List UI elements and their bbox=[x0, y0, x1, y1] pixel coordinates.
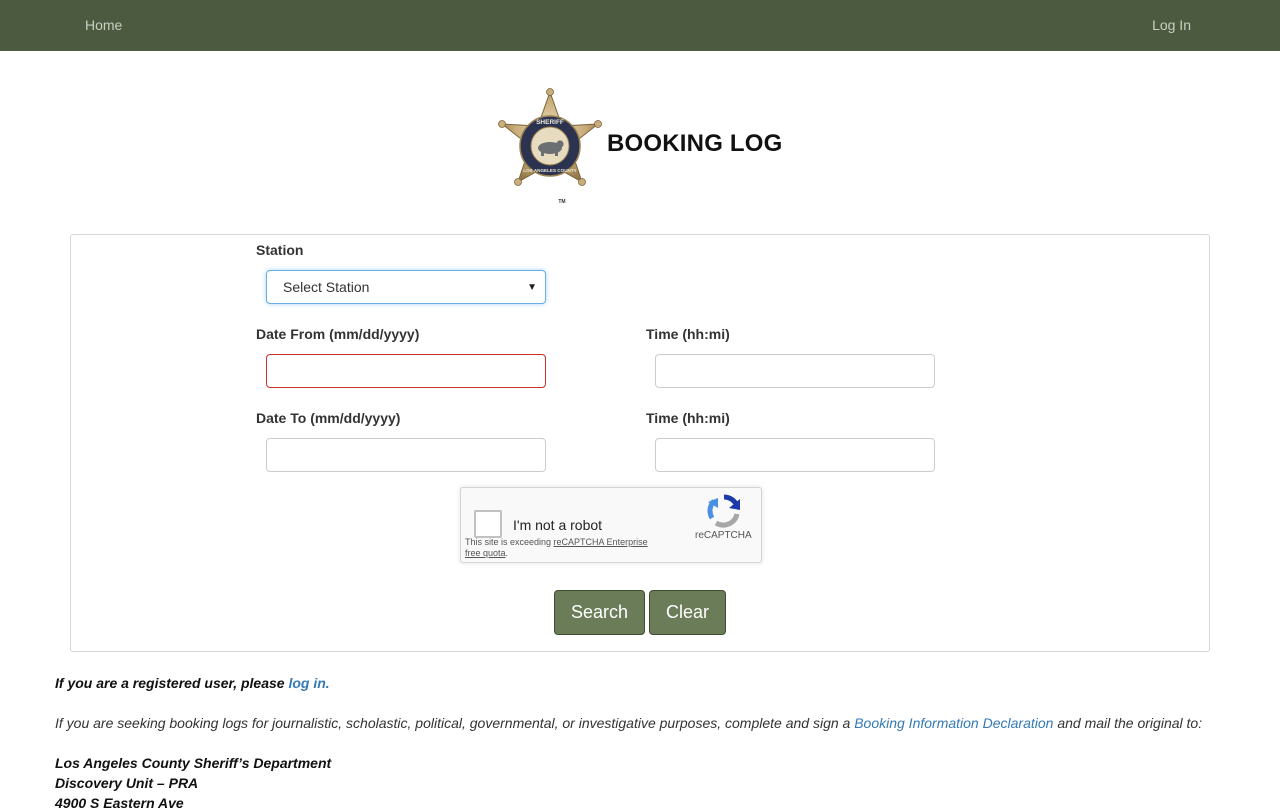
logo-text-county: LOS ANGELES COUNTY bbox=[523, 168, 576, 173]
recaptcha-logo-icon bbox=[704, 494, 744, 528]
station-label: Station bbox=[256, 242, 304, 258]
station-select[interactable]: Select Station ▼ bbox=[266, 270, 546, 304]
top-navbar: Home Log In bbox=[0, 0, 1280, 51]
declaration-text-suffix: and mail the original to: bbox=[1053, 715, 1203, 731]
address-line-1: Los Angeles County Sheriff’s Department bbox=[55, 755, 332, 771]
date-to-label: Date To (mm/dd/yyyy) bbox=[256, 410, 401, 426]
time-from-input[interactable] bbox=[655, 354, 935, 388]
nav-login-link[interactable]: Log In bbox=[1152, 17, 1191, 33]
logo-trademark: TM bbox=[558, 199, 565, 205]
page-title: BOOKING LOG bbox=[607, 130, 783, 157]
date-from-label: Date From (mm/dd/yyyy) bbox=[256, 326, 420, 342]
clear-button[interactable]: Clear bbox=[649, 590, 726, 635]
log-in-link[interactable]: log in. bbox=[288, 675, 329, 691]
address-line-3: 4900 S Eastern Ave bbox=[55, 795, 184, 811]
recaptcha-label: I'm not a robot bbox=[513, 517, 603, 533]
search-button[interactable]: Search bbox=[554, 590, 645, 635]
recaptcha-quota-note: This site is exceeding reCAPTCHA Enterpr… bbox=[465, 537, 655, 559]
station-select-value: Select Station bbox=[283, 279, 370, 295]
nav-home-link[interactable]: Home bbox=[85, 17, 122, 33]
registered-user-note: If you are a registered user, please log… bbox=[55, 675, 330, 691]
time-to-input[interactable] bbox=[655, 438, 935, 472]
sheriff-star-logo: SHERIFF LOS ANGELES COUNTY TM bbox=[498, 88, 602, 206]
recaptcha-note-suffix: . bbox=[505, 548, 509, 558]
address-line-2: Discovery Unit – PRA bbox=[55, 775, 199, 791]
chevron-down-icon: ▼ bbox=[527, 281, 537, 293]
registered-user-text: If you are a registered user, please bbox=[55, 675, 289, 691]
recaptcha-checkbox[interactable] bbox=[474, 510, 502, 538]
recaptcha-widget: I'm not a robot This site is exceeding r… bbox=[460, 487, 762, 563]
date-to-input[interactable] bbox=[266, 438, 546, 472]
time-from-label: Time (hh:mi) bbox=[646, 326, 730, 342]
recaptcha-note-prefix: This site is exceeding bbox=[465, 537, 554, 547]
declaration-text-prefix: If you are seeking booking logs for jour… bbox=[55, 715, 855, 731]
recaptcha-brand: reCAPTCHA bbox=[695, 530, 752, 541]
declaration-note: If you are seeking booking logs for jour… bbox=[55, 715, 1202, 731]
date-from-input[interactable] bbox=[266, 354, 546, 388]
time-to-label: Time (hh:mi) bbox=[646, 410, 730, 426]
booking-declaration-link[interactable]: Booking Information Declaration bbox=[854, 715, 1053, 731]
logo-text-sheriff: SHERIFF bbox=[536, 119, 564, 126]
